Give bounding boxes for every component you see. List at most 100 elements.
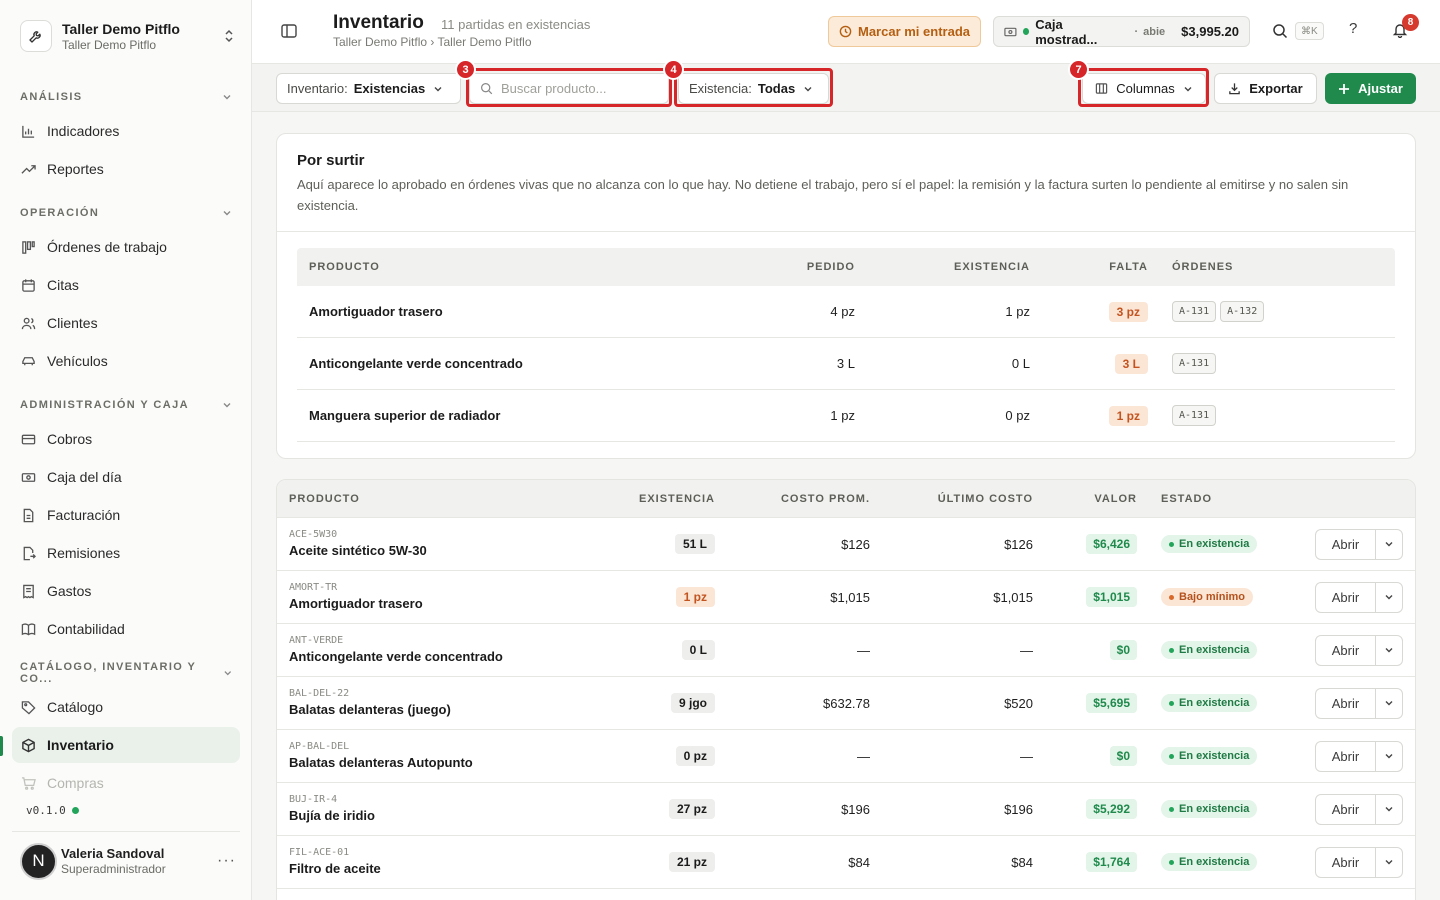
open-split-button[interactable]: Abrir — [1315, 846, 1403, 878]
search-icon[interactable] — [1272, 23, 1290, 41]
sidebar-item-compras[interactable]: Compras — [12, 765, 240, 801]
last-cost: $1,015 — [993, 589, 1033, 605]
sidebar-item-cobros[interactable]: Cobros — [12, 421, 240, 457]
sidebar-item-inventario[interactable]: Inventario — [12, 727, 240, 763]
open-split-button[interactable]: Abrir — [1315, 528, 1403, 560]
table-row[interactable]: FIL-ACE-01 Filtro de aceite 21 pz $84 $8… — [277, 836, 1415, 889]
section-catalogo[interactable]: CATÁLOGO, INVENTARIO Y CO... — [20, 661, 232, 685]
column-header[interactable]: VALOR — [1033, 493, 1137, 505]
cash-icon — [20, 469, 36, 485]
adjust-button[interactable]: Ajustar — [1325, 73, 1416, 104]
sidebar-item-vehiculos[interactable]: Vehículos — [12, 343, 240, 379]
table-row[interactable]: Anticongelante verde concentrado 3 L 0 L… — [297, 338, 1395, 390]
order-chip[interactable]: A-131 — [1172, 301, 1217, 322]
inventory-view-select[interactable]: Inventario: Existencias — [276, 73, 461, 104]
column-header[interactable]: PRODUCTO — [297, 261, 769, 273]
table-row[interactable]: BUJ-IR-4 Bujía de iridio 27 pz $196 $196… — [277, 783, 1415, 836]
marker-badge: 3 — [455, 59, 476, 80]
tag-icon — [20, 699, 36, 715]
table-row[interactable]: ACE-5W30 Aceite sintético 5W-30 51 L $12… — [277, 518, 1415, 571]
receipt-icon — [20, 583, 36, 599]
order-chip[interactable]: A-131 — [1172, 353, 1217, 374]
help-button[interactable]: ? — [1349, 20, 1357, 37]
ordered-qty: 1 pz — [830, 408, 855, 423]
column-header[interactable]: PRODUCTO — [277, 493, 577, 505]
chevron-down-icon[interactable] — [1376, 742, 1402, 771]
open-split-button[interactable]: Abrir — [1315, 740, 1403, 772]
open-button[interactable]: Abrir — [1316, 688, 1376, 718]
sidebar-item-label: Vehículos — [47, 353, 108, 369]
chevron-down-icon[interactable] — [1376, 583, 1402, 612]
table-row[interactable]: AMORT-TR Amortiguador trasero 1 pz $1,01… — [277, 571, 1415, 624]
sidebar-item-gastos[interactable]: Gastos — [12, 573, 240, 609]
open-split-button[interactable]: Abrir — [1315, 581, 1403, 613]
chevron-down-icon[interactable] — [1376, 530, 1402, 559]
divider — [277, 231, 1415, 232]
table-row[interactable]: BAL-DEL-22 Balatas delanteras (juego) 9 … — [277, 677, 1415, 730]
sidebar-item-catalogo[interactable]: Catálogo — [12, 689, 240, 725]
stock-badge: 0 L — [681, 640, 715, 660]
chevron-down-icon — [223, 403, 231, 408]
column-header[interactable]: COSTO PROM. — [715, 493, 870, 505]
cash-register-selector[interactable]: Caja mostrad... · abie $3,995.20 — [993, 16, 1250, 47]
open-button[interactable]: Abrir — [1316, 635, 1376, 665]
mark-entry-button[interactable]: Marcar mi entrada — [828, 16, 981, 47]
product-name: Amortiguador trasero — [309, 304, 443, 319]
table-row[interactable]: Manguera superior de radiador 1 pz 0 pz … — [297, 390, 1395, 442]
sidebar-item-indicadores[interactable]: Indicadores — [12, 113, 240, 149]
chevron-down-icon[interactable] — [1376, 689, 1402, 718]
bar-chart-icon — [20, 123, 36, 139]
table-row[interactable]: Abrir — [277, 889, 1415, 900]
chevron-down-icon[interactable] — [1376, 848, 1402, 877]
sidebar-item-clientes[interactable]: Clientes — [12, 305, 240, 341]
order-chip[interactable]: A-132 — [1220, 301, 1265, 322]
open-button[interactable]: Abrir — [1316, 582, 1376, 612]
section-administracion[interactable]: ADMINISTRACIÓN Y CAJA — [20, 395, 232, 415]
sidebar-item-label: Órdenes de trabajo — [47, 239, 167, 255]
chevron-down-icon[interactable] — [1376, 636, 1402, 665]
column-header[interactable]: ÚLTIMO COSTO — [870, 493, 1033, 505]
open-button[interactable]: Abrir — [1316, 794, 1376, 824]
sidebar-item-remisiones[interactable]: Remisiones — [12, 535, 240, 571]
stock-badge: 0 pz — [675, 746, 715, 766]
open-button[interactable]: Abrir — [1316, 529, 1376, 559]
open-split-button[interactable]: Abrir — [1315, 634, 1403, 666]
column-header[interactable]: PEDIDO — [769, 261, 855, 273]
sidebar-toggle-icon[interactable] — [280, 22, 300, 42]
open-button[interactable]: Abrir — [1316, 847, 1376, 877]
section-operacion[interactable]: OPERACIÓN — [20, 203, 232, 223]
column-header[interactable]: ÓRDENES — [1148, 261, 1233, 273]
export-button[interactable]: Exportar — [1214, 73, 1317, 104]
ordered-qty: 4 pz — [830, 304, 855, 319]
sidebar-item-facturacion[interactable]: Facturación — [12, 497, 240, 533]
more-icon[interactable]: ··· — [217, 852, 236, 870]
open-split-button[interactable]: Abrir — [1315, 793, 1403, 825]
sidebar-item-citas[interactable]: Citas — [12, 267, 240, 303]
table-row[interactable]: ANT-VERDE Anticongelante verde concentra… — [277, 624, 1415, 677]
user-menu[interactable]: N Valeria Sandoval Superadministrador ··… — [20, 842, 236, 880]
order-chip[interactable]: A-131 — [1172, 405, 1217, 426]
column-header[interactable]: ESTADO — [1137, 493, 1287, 505]
breadcrumb[interactable]: Taller Demo Pitflo › Taller Demo Pitflo — [333, 35, 532, 49]
sidebar-item-label: Citas — [47, 277, 79, 293]
sidebar-item-reportes[interactable]: Reportes — [12, 151, 240, 187]
table-row[interactable]: Amortiguador trasero 4 pz 1 pz 3 pz A-13… — [297, 286, 1395, 338]
sidebar-item-caja[interactable]: Caja del día — [12, 459, 240, 495]
column-header[interactable]: EXISTENCIA — [855, 261, 1030, 273]
open-button[interactable]: Abrir — [1316, 741, 1376, 771]
column-header[interactable]: FALTA — [1030, 261, 1148, 273]
workspace-switcher[interactable]: Taller Demo Pitflo Taller Demo Pitflo — [20, 16, 236, 56]
section-title: ANÁLISIS — [20, 91, 83, 103]
column-header[interactable]: EXISTENCIA — [577, 493, 715, 505]
chevron-down-icon[interactable] — [1376, 795, 1402, 824]
sidebar-item-ordenes[interactable]: Órdenes de trabajo — [12, 229, 240, 265]
open-split-button[interactable]: Abrir — [1315, 687, 1403, 719]
last-cost: $520 — [1004, 695, 1033, 711]
table-row[interactable]: AP-BAL-DEL Balatas delanteras Autopunto … — [277, 730, 1415, 783]
sidebar-item-contabilidad[interactable]: Contabilidad — [12, 611, 240, 647]
average-cost: — — [857, 642, 870, 658]
section-analisis[interactable]: ANÁLISIS — [20, 87, 232, 107]
avatar: N — [20, 842, 57, 880]
chevron-up-down-icon — [222, 29, 236, 43]
product-sku: FIL-ACE-01 — [289, 847, 350, 858]
